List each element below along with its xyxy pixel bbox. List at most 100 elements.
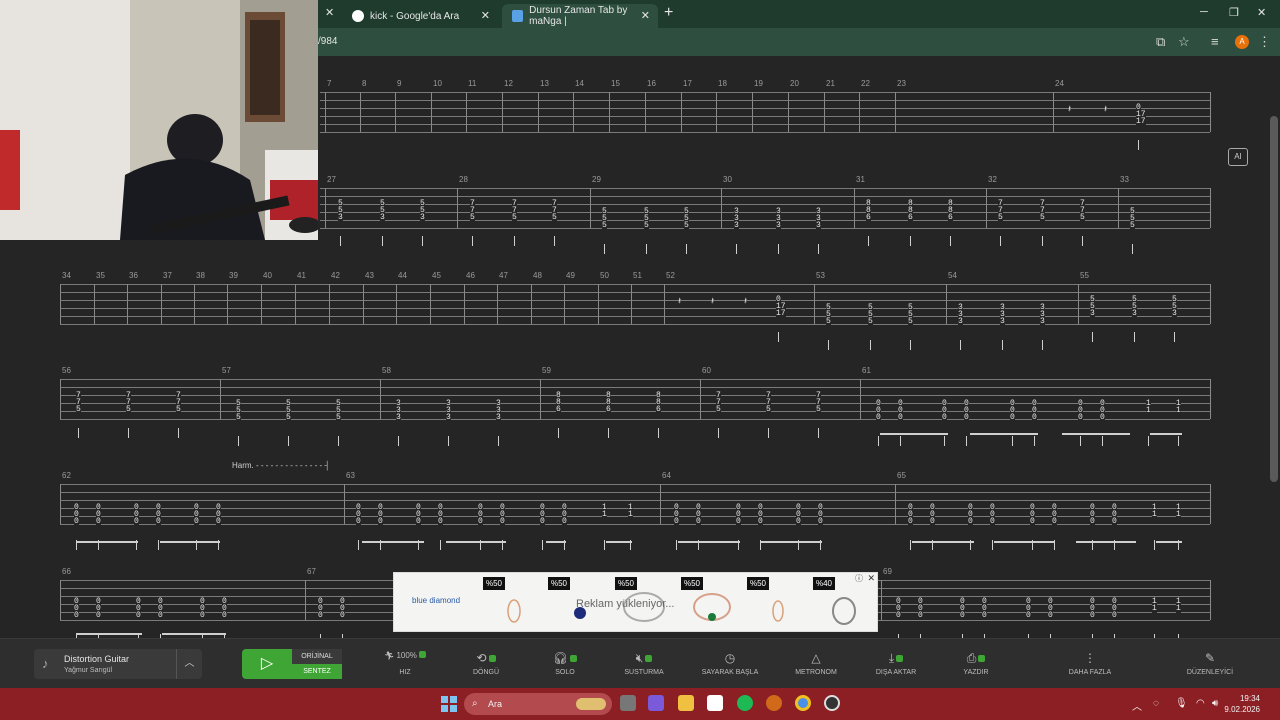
bookmark-star-icon[interactable]: ☆ [1178,34,1190,50]
clock[interactable]: 19:34 9.02.2026 [1224,693,1260,715]
fret-number[interactable]: 0 [964,414,969,422]
fret-number[interactable]: 0 [318,612,323,620]
fret-number[interactable]: 5 [286,414,291,422]
fret-number[interactable]: 0 [674,518,679,526]
fret-number[interactable]: 0 [982,612,987,620]
new-tab-icon[interactable]: + [664,4,673,22]
file-explorer-icon[interactable] [678,695,694,711]
windows-start-icon[interactable] [441,696,457,712]
tab-staff[interactable] [60,379,1210,420]
fret-number[interactable]: 17 [1136,118,1146,126]
fret-number[interactable]: 5 [684,222,689,230]
fret-number[interactable]: 0 [968,518,973,526]
fret-number[interactable]: 0 [1078,414,1083,422]
fret-number[interactable]: 0 [1100,414,1105,422]
fret-number[interactable]: 3 [958,318,963,326]
minimize-icon[interactable]: ─ [1200,6,1208,18]
print-control[interactable]: ⎙ YAZDIR [941,651,1011,676]
fret-number[interactable]: 0 [562,518,567,526]
fret-number[interactable]: 0 [438,518,443,526]
fret-number[interactable]: 3 [734,222,739,230]
fret-number[interactable]: 0 [96,612,101,620]
fret-number[interactable]: 0 [930,518,935,526]
fret-number[interactable]: 6 [866,214,871,222]
fret-number[interactable]: 0 [1090,518,1095,526]
ad-banner[interactable]: blue diamond %50 %50 %50 %50 %50 %40 Rek… [393,572,878,632]
fret-number[interactable]: 0 [500,518,505,526]
fret-number[interactable]: 1 [1176,511,1181,519]
fret-number[interactable]: 3 [446,414,451,422]
fret-number[interactable]: 6 [556,406,561,414]
fret-number[interactable]: 3 [1172,310,1177,318]
fret-number[interactable]: 0 [736,518,741,526]
fret-number[interactable]: 0 [134,518,139,526]
editor-control[interactable]: ✎ DÜZENLEYİCİ [1175,651,1245,676]
fret-number[interactable]: 5 [236,414,241,422]
volume-icon[interactable]: 🔊︎ [1212,698,1218,709]
fret-number[interactable]: 0 [696,518,701,526]
copilot-icon[interactable] [648,695,664,711]
fret-number[interactable]: 1 [1176,605,1181,613]
fret-number[interactable]: 5 [602,222,607,230]
fret-number[interactable]: 0 [818,518,823,526]
fret-number[interactable]: 3 [396,414,401,422]
chevron-up-icon[interactable]: ︿ [1132,698,1142,713]
tab-staff[interactable] [60,484,1210,525]
fret-number[interactable]: 0 [1026,612,1031,620]
taskbar-search[interactable]: ⌕ Ara [464,693,612,715]
fret-number[interactable]: 3 [1090,310,1095,318]
synth-sound-toggle[interactable]: SENTEZ [292,664,342,679]
fret-number[interactable]: 5 [1080,214,1085,222]
close-tab-icon[interactable]: ✕ [325,6,334,19]
fret-number[interactable]: 0 [898,414,903,422]
fret-number[interactable]: 0 [896,612,901,620]
fret-number[interactable]: 3 [776,222,781,230]
loop-control[interactable]: ⟲ DÖNGÜ [451,651,521,676]
page-scrollbar[interactable] [1270,116,1278,482]
fret-number[interactable]: 0 [340,612,345,620]
ai-assistant-button[interactable]: AI [1228,148,1248,166]
microphone-icon[interactable]: 🎙︎ [1175,698,1188,709]
fret-number[interactable]: 5 [76,406,81,414]
fret-number[interactable]: 5 [716,406,721,414]
fret-number[interactable]: 1 [1152,511,1157,519]
fret-number[interactable]: 0 [200,612,205,620]
fret-number[interactable]: 0 [416,518,421,526]
fret-number[interactable]: 0 [960,612,965,620]
menu-dots-icon[interactable]: ⋮ [1258,34,1271,50]
fret-number[interactable]: 5 [336,414,341,422]
fret-number[interactable]: 5 [1040,214,1045,222]
url-text[interactable]: /984 [318,36,337,47]
tab-staff[interactable] [320,92,1210,133]
fret-number[interactable]: 3 [496,414,501,422]
ad-info-icon[interactable]: ⓘ [855,573,863,584]
fret-number[interactable]: 0 [1032,414,1037,422]
fret-number[interactable]: 0 [1112,518,1117,526]
fret-number[interactable]: 0 [1090,612,1095,620]
metronome-control[interactable]: △ METRONOM [781,651,851,676]
fret-number[interactable]: 0 [758,518,763,526]
close-tab-icon[interactable]: ✕ [641,9,650,22]
fret-number[interactable]: 0 [1112,612,1117,620]
fret-number[interactable]: 6 [656,406,661,414]
fret-number[interactable]: 3 [1132,310,1137,318]
network-icon[interactable]: ◌ [1153,698,1159,709]
fret-number[interactable]: 0 [136,612,141,620]
fret-number[interactable]: 0 [1048,612,1053,620]
fret-number[interactable]: 5 [1130,222,1135,230]
media-controls-icon[interactable]: ≡ [1211,34,1219,49]
fret-number[interactable]: 5 [766,406,771,414]
fret-number[interactable]: 0 [1010,414,1015,422]
tab-songsterr[interactable]: Dursun Zaman Tab by maNga | ✕ [502,4,658,28]
fret-number[interactable]: 3 [1040,318,1045,326]
fret-number[interactable]: 1 [1146,407,1151,415]
fret-number[interactable]: 3 [338,214,343,222]
fret-number[interactable]: 0 [158,612,163,620]
obs-icon[interactable] [824,695,840,711]
ad-close-icon[interactable]: ✕ [867,573,875,584]
fret-number[interactable]: 0 [156,518,161,526]
fret-number[interactable]: 0 [478,518,483,526]
fret-number[interactable]: 0 [1030,518,1035,526]
fret-number[interactable]: 0 [96,518,101,526]
store-icon[interactable] [707,695,723,711]
